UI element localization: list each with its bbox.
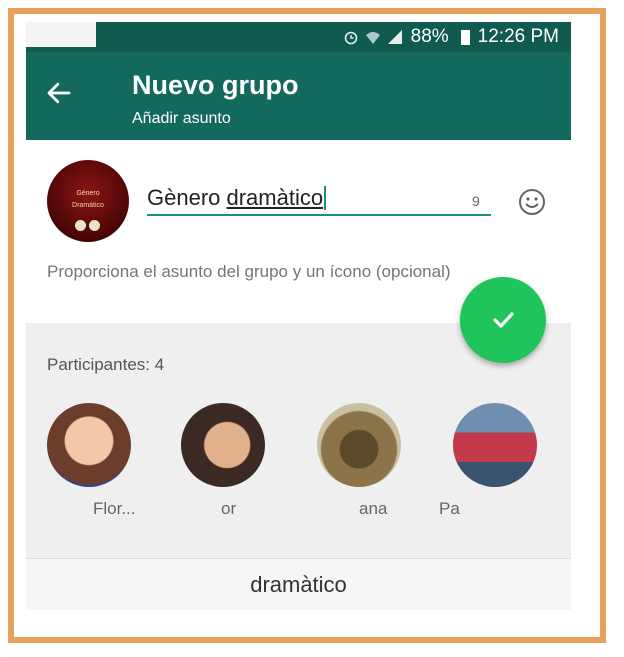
subject-text-1: Gènero (147, 185, 227, 210)
group-icon-text-1: Género (76, 190, 100, 197)
avatar (317, 403, 401, 487)
signal-icon (387, 30, 402, 44)
status-icons (343, 29, 403, 45)
checkmark-icon (493, 312, 514, 328)
group-subject-input[interactable]: Gènero dramàtico (147, 182, 491, 216)
participant-item[interactable]: Flor... (47, 403, 136, 518)
participants-count: Participantes: 4 (47, 355, 165, 374)
group-icon-text-2: Dramático (72, 202, 104, 209)
battery-icon (460, 29, 470, 45)
clock: 12:26 PM (477, 26, 559, 47)
suggestion-word[interactable]: dramàtico (250, 572, 347, 598)
participant-name: Flor... (93, 499, 136, 518)
page-subtitle: Añadir asunto (132, 110, 231, 127)
group-icon-picker[interactable]: Género Dramático (47, 160, 129, 242)
phone-screen: 88% 12:26 PM Nuevo grupo Añadir asunto G… (26, 22, 571, 629)
avatar (47, 403, 131, 487)
keyboard-suggestion-bar[interactable]: dramàtico (26, 558, 571, 611)
avatar (453, 403, 537, 487)
theater-masks-icon (75, 220, 101, 232)
text-cursor (324, 186, 327, 210)
participant-item[interactable]: ana (317, 403, 401, 518)
confirm-fab[interactable] (460, 277, 546, 363)
battery-percent: 88% (410, 26, 449, 47)
status-bar-mask (26, 22, 96, 47)
app-bar: Nuevo grupo Añadir asunto (26, 52, 571, 140)
participant-name: Pa (439, 499, 460, 518)
participant-name: or (221, 499, 237, 518)
participant-item[interactable]: Pa (439, 403, 537, 518)
char-counter: 9 (472, 193, 480, 209)
participant-name: ana (359, 499, 388, 518)
participant-item[interactable]: or (181, 403, 265, 518)
subject-text-2: dramàtico (226, 185, 324, 210)
wifi-icon (365, 32, 380, 44)
alarm-icon (344, 31, 357, 45)
status-bar: 88% 12:26 PM (26, 22, 571, 52)
smiley-icon[interactable] (517, 187, 547, 217)
back-arrow-icon[interactable] (44, 78, 74, 108)
bottom-strip (26, 610, 571, 629)
page-title: Nuevo grupo (132, 70, 299, 100)
avatar (181, 403, 265, 487)
subject-hint: Proporciona el asunto del grupo y un íco… (47, 262, 451, 281)
